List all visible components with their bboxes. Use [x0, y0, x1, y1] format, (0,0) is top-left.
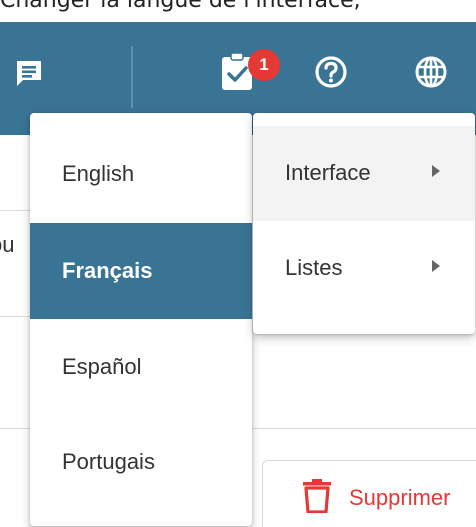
trash-icon	[303, 479, 331, 513]
language-option-label: Español	[62, 354, 142, 379]
language-menu: English Français Español Portugais	[30, 113, 252, 526]
language-option-espanol[interactable]: Español	[30, 319, 252, 415]
chat-icon[interactable]	[14, 58, 44, 93]
language-option-label: English	[62, 161, 135, 186]
submenu-item-listes[interactable]: Listes	[253, 221, 475, 316]
notification-badge: 1	[248, 49, 280, 81]
top-text-strip: Changer la langue de l'interface,	[0, 0, 476, 22]
submenu-item-interface[interactable]: Interface	[253, 126, 475, 221]
top-strip-text: Changer la langue de l'interface,	[0, 0, 361, 13]
language-option-label: Français	[62, 258, 153, 283]
globe-icon[interactable]	[414, 55, 448, 94]
page-divider	[252, 428, 476, 429]
language-scope-submenu: Interface Listes	[253, 113, 475, 334]
submenu-item-label: Interface	[285, 160, 371, 185]
submenu-item-label: Listes	[285, 255, 343, 280]
language-option-portugais[interactable]: Portugais	[30, 414, 252, 510]
page-divider	[0, 316, 30, 317]
page-divider	[0, 210, 30, 211]
delete-button[interactable]: Supprimer	[262, 460, 476, 527]
clipped-page-text-label: ou	[0, 232, 15, 257]
language-option-francais[interactable]: Français	[30, 223, 252, 319]
language-option-english[interactable]: English	[30, 126, 252, 222]
page-divider	[0, 428, 30, 429]
language-option-label: Portugais	[62, 449, 155, 474]
chevron-right-icon	[432, 260, 440, 272]
help-icon[interactable]	[314, 55, 348, 94]
header-divider	[131, 46, 133, 108]
clipped-page-text: ou	[0, 232, 30, 266]
chevron-right-icon	[432, 165, 440, 177]
delete-button-label: Supprimer	[349, 485, 451, 510]
